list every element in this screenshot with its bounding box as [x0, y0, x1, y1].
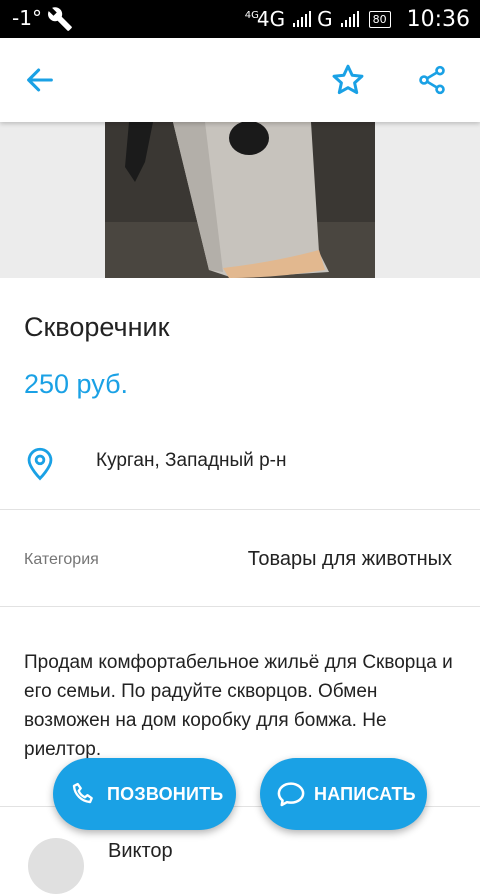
star-icon — [332, 64, 364, 95]
message-button[interactable]: НАПИСАТЬ — [260, 758, 427, 830]
listing-location[interactable]: Курган, Западный р-н — [96, 450, 286, 472]
favorite-button[interactable] — [324, 56, 372, 104]
photo-gallery[interactable] — [0, 122, 480, 278]
clock: 10:36 — [406, 6, 470, 32]
birdhouse-image — [105, 122, 375, 278]
share-icon — [419, 65, 445, 95]
listing-photo[interactable] — [105, 122, 375, 278]
seller-name[interactable]: Виктор — [108, 840, 173, 863]
status-bar: -1° 4G4G G 80 10:36 — [0, 0, 480, 38]
category-label: Категория — [24, 551, 99, 568]
battery-icon: 80 — [368, 10, 391, 28]
call-button[interactable]: ПОЗВОНИТЬ — [53, 758, 236, 830]
network2-indicator: G — [317, 7, 333, 31]
listing-price: 250 руб. — [24, 369, 129, 399]
listing-title: Скворечник — [24, 312, 170, 342]
seller-avatar[interactable] — [28, 838, 84, 894]
share-button[interactable] — [408, 56, 456, 104]
toolbar — [0, 38, 480, 122]
temperature-indicator: -1° — [12, 6, 42, 30]
phone-icon — [67, 777, 101, 811]
location-pin-icon — [27, 447, 53, 481]
category-value: Товары для животных — [247, 548, 452, 570]
signal2-icon — [340, 11, 359, 27]
message-label: НАПИСАТЬ — [314, 783, 416, 804]
network-indicator: 4G4G — [244, 7, 286, 31]
divider — [0, 606, 480, 607]
divider — [0, 509, 480, 510]
listing-description: Продам комфортабельное жильё для Скворца… — [24, 652, 453, 760]
back-button[interactable] — [16, 56, 64, 104]
signal-icon — [293, 11, 312, 27]
back-arrow-icon — [27, 68, 53, 92]
wrench-icon — [48, 7, 72, 31]
call-label: ПОЗВОНИТЬ — [107, 783, 224, 804]
chat-bubble-icon — [274, 777, 308, 811]
